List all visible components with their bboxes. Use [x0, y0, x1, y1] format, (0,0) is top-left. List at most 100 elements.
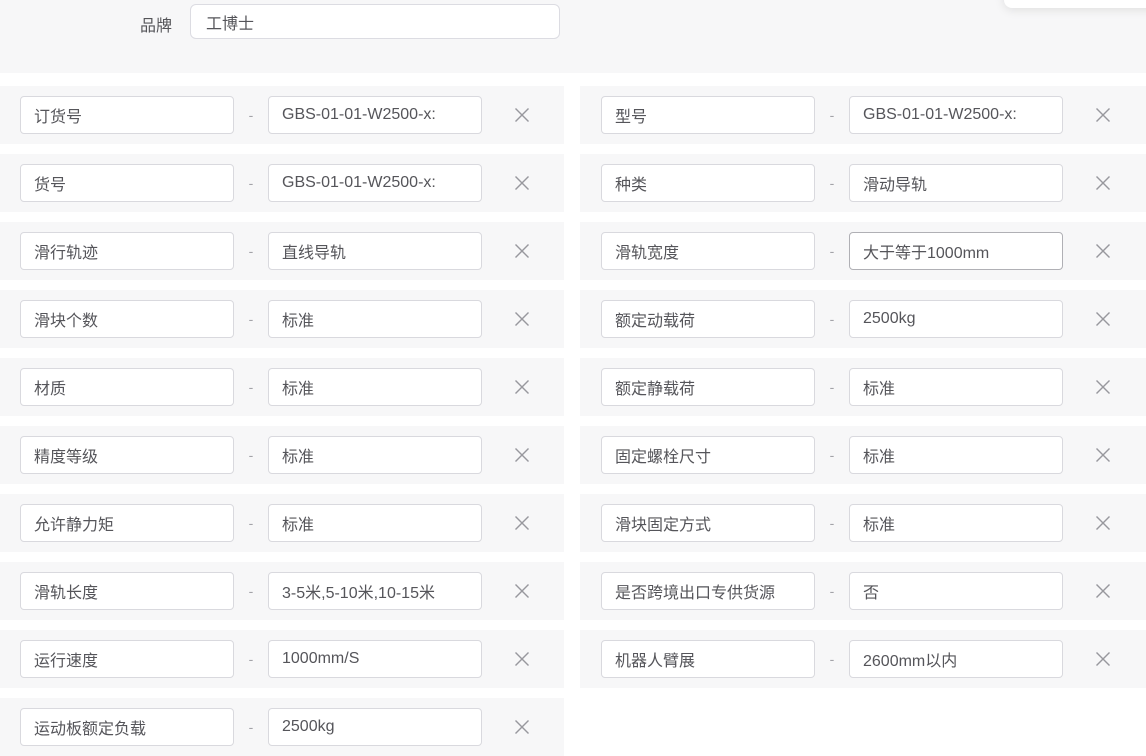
key-value-separator: -	[234, 719, 268, 735]
remove-attribute-button[interactable]	[509, 510, 535, 536]
key-value-separator: -	[234, 243, 268, 259]
remove-attribute-button[interactable]	[1090, 442, 1116, 468]
attribute-value-input[interactable]	[268, 300, 482, 338]
attribute-value-input[interactable]	[849, 96, 1063, 134]
attribute-value-input[interactable]	[268, 708, 482, 746]
attribute-value-input[interactable]	[268, 640, 482, 678]
key-value-separator: -	[815, 175, 849, 191]
attribute-key-input[interactable]	[20, 572, 234, 610]
remove-attribute-button[interactable]	[1090, 578, 1116, 604]
key-value-separator: -	[815, 311, 849, 327]
key-value-separator: -	[234, 107, 268, 123]
close-icon	[1093, 241, 1113, 261]
attribute-key-input[interactable]	[20, 436, 234, 474]
close-icon	[512, 309, 532, 329]
attribute-row: - -	[0, 358, 1146, 416]
attribute-rows: - - -	[0, 86, 1146, 756]
close-icon	[1093, 581, 1113, 601]
attribute-key-input[interactable]	[20, 300, 234, 338]
attribute-cell: -	[0, 86, 564, 144]
attribute-value-input[interactable]	[849, 572, 1063, 610]
attribute-value-input[interactable]	[268, 436, 482, 474]
attribute-value-input[interactable]	[849, 640, 1063, 678]
remove-attribute-button[interactable]	[509, 714, 535, 740]
remove-attribute-button[interactable]	[1090, 374, 1116, 400]
key-value-separator: -	[815, 379, 849, 395]
key-value-separator: -	[234, 311, 268, 327]
attribute-key-input[interactable]	[20, 232, 234, 270]
remove-attribute-button[interactable]	[509, 170, 535, 196]
attribute-key-input[interactable]	[601, 232, 815, 270]
attribute-row: - -	[0, 222, 1146, 280]
remove-attribute-button[interactable]	[1090, 170, 1116, 196]
page-root: { "brand": { "label": "品牌", "value": "工博…	[0, 0, 1146, 749]
close-icon	[512, 513, 532, 533]
attribute-cell: -	[0, 154, 564, 212]
attribute-row: - -	[0, 290, 1146, 348]
attribute-key-input[interactable]	[601, 640, 815, 678]
attribute-row: - -	[0, 630, 1146, 688]
attribute-cell: -	[0, 562, 564, 620]
attribute-key-input[interactable]	[601, 572, 815, 610]
key-value-separator: -	[234, 583, 268, 599]
attribute-value-input[interactable]	[268, 572, 482, 610]
attribute-value-input[interactable]	[849, 164, 1063, 202]
brand-input[interactable]	[190, 4, 560, 39]
close-icon	[1093, 445, 1113, 465]
attribute-cell: -	[580, 562, 1146, 620]
close-icon	[512, 241, 532, 261]
attribute-value-input[interactable]	[849, 436, 1063, 474]
remove-attribute-button[interactable]	[1090, 646, 1116, 672]
close-icon	[512, 717, 532, 737]
attribute-key-input[interactable]	[601, 164, 815, 202]
remove-attribute-button[interactable]	[509, 238, 535, 264]
attribute-value-input[interactable]	[849, 232, 1063, 270]
attribute-key-input[interactable]	[601, 96, 815, 134]
attribute-cell: -	[0, 222, 564, 280]
attribute-key-input[interactable]	[601, 504, 815, 542]
attribute-cell: -	[0, 358, 564, 416]
attribute-value-input[interactable]	[849, 368, 1063, 406]
attribute-key-input[interactable]	[601, 436, 815, 474]
attribute-key-input[interactable]	[601, 300, 815, 338]
remove-attribute-button[interactable]	[509, 646, 535, 672]
remove-attribute-button[interactable]	[1090, 306, 1116, 332]
attribute-cell: -	[580, 222, 1146, 280]
attribute-value-input[interactable]	[268, 504, 482, 542]
close-icon	[512, 649, 532, 669]
remove-attribute-button[interactable]	[509, 442, 535, 468]
attribute-row: - -	[0, 426, 1146, 484]
attribute-key-input[interactable]	[20, 96, 234, 134]
attribute-key-input[interactable]	[20, 368, 234, 406]
attribute-cell: -	[0, 698, 564, 756]
remove-attribute-button[interactable]	[1090, 510, 1116, 536]
attribute-cell: -	[580, 494, 1146, 552]
attribute-row: - -	[0, 154, 1146, 212]
attribute-cell: -	[0, 290, 564, 348]
remove-attribute-button[interactable]	[509, 578, 535, 604]
attribute-value-input[interactable]	[268, 96, 482, 134]
key-value-separator: -	[815, 447, 849, 463]
remove-attribute-button[interactable]	[1090, 238, 1116, 264]
remove-attribute-button[interactable]	[509, 306, 535, 332]
attribute-value-input[interactable]	[268, 232, 482, 270]
attribute-value-input[interactable]	[268, 164, 482, 202]
key-value-separator: -	[815, 243, 849, 259]
attribute-row: - -	[0, 562, 1146, 620]
attribute-key-input[interactable]	[20, 164, 234, 202]
attribute-key-input[interactable]	[20, 708, 234, 746]
key-value-separator: -	[234, 379, 268, 395]
attribute-value-input[interactable]	[849, 504, 1063, 542]
key-value-separator: -	[234, 175, 268, 191]
attribute-key-input[interactable]	[601, 368, 815, 406]
close-icon	[1093, 513, 1113, 533]
attribute-key-input[interactable]	[20, 640, 234, 678]
attribute-key-input[interactable]	[20, 504, 234, 542]
remove-attribute-button[interactable]	[1090, 102, 1116, 128]
attribute-cell: -	[580, 426, 1146, 484]
remove-attribute-button[interactable]	[509, 374, 535, 400]
remove-attribute-button[interactable]	[509, 102, 535, 128]
attribute-value-input[interactable]	[849, 300, 1063, 338]
attribute-value-input[interactable]	[268, 368, 482, 406]
key-value-separator: -	[815, 515, 849, 531]
